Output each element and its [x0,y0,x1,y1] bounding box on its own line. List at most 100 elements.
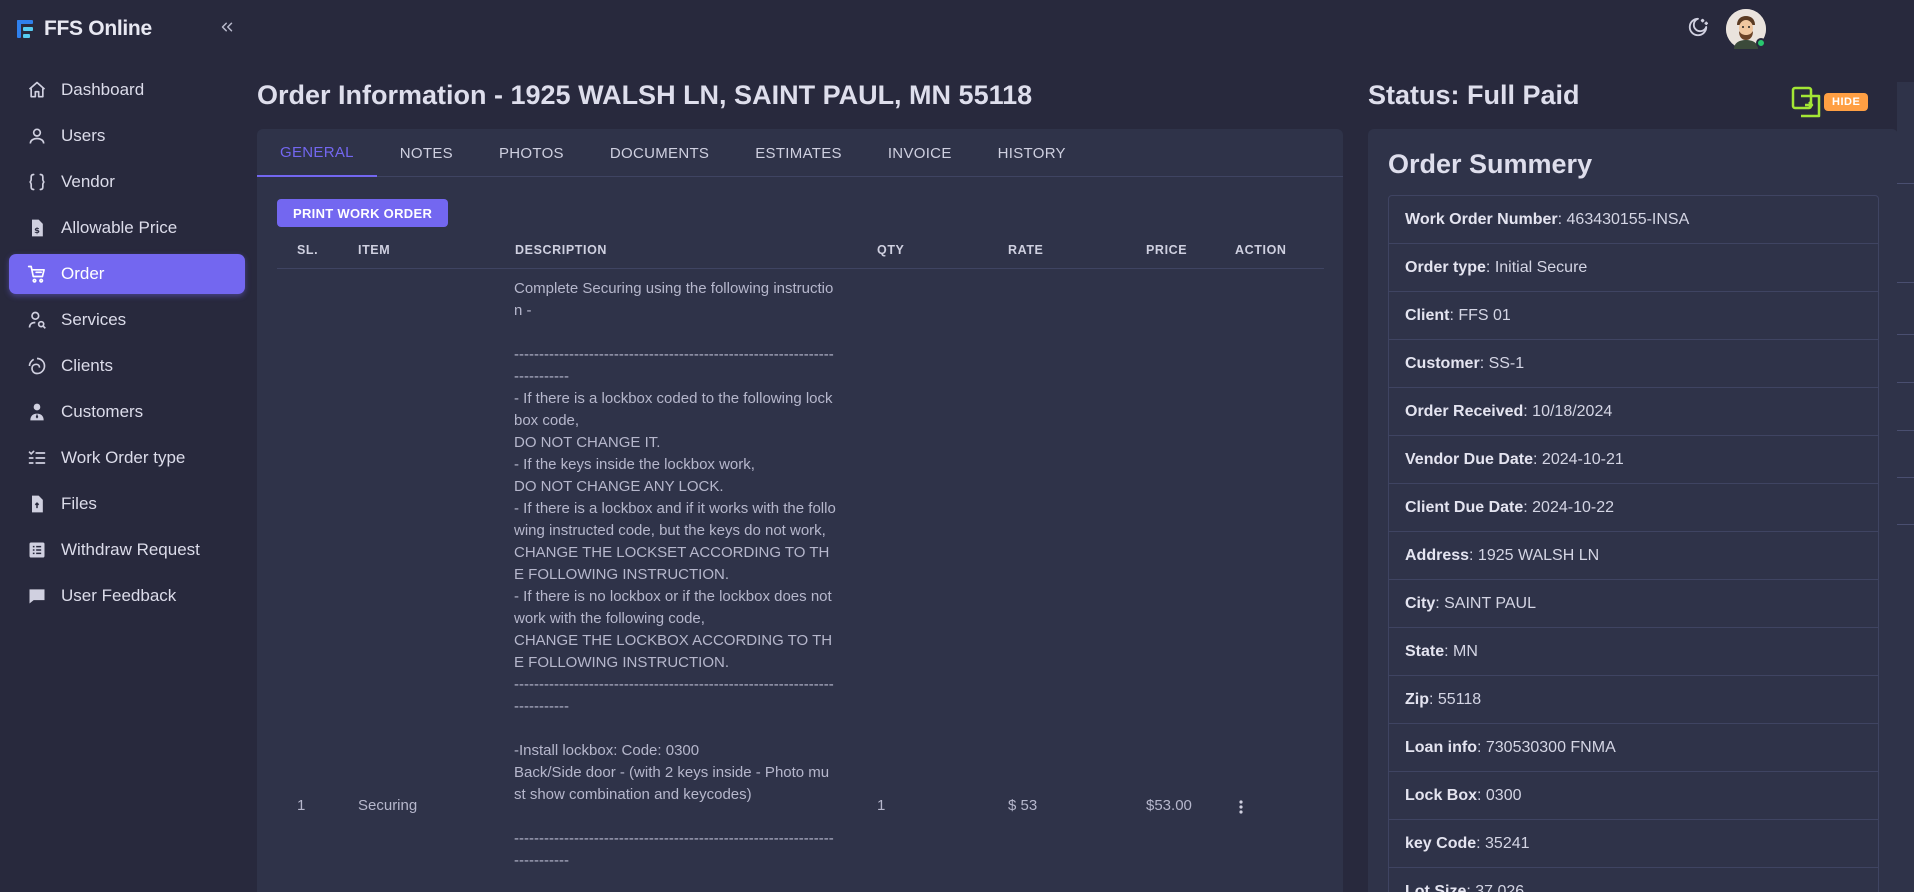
column-header-price[interactable]: PRICE [1146,243,1187,257]
summary-value: 730530300 FNMA [1485,738,1616,756]
column-header-action[interactable]: ACTION [1235,243,1287,257]
print-work-order-button[interactable]: PRINT WORK ORDER [277,199,449,227]
summary-value: 1925 WALSH LN [1477,546,1600,564]
row-actions-kebab-icon[interactable] [1238,799,1244,815]
file-dollar-icon: $ [26,217,48,239]
summary-item-order-received: Order Received: 10/18/2024 [1389,388,1878,436]
sidebar-item-withdraw-request[interactable]: Withdraw Request [9,530,245,570]
table-header: SL. ITEM DESCRIPTION QTY RATE PRICE ACTI… [277,229,1324,269]
sidebar-item-label: Work Order type [61,448,186,467]
file-icon [26,493,48,515]
side-panel-edge[interactable] [1897,82,1914,892]
sidebar-item-label: Services [61,310,127,329]
row-price: $53.00 [1146,797,1192,814]
tab-general[interactable]: GENERAL [257,129,377,177]
column-header-description[interactable]: DESCRIPTION [515,243,607,257]
tab-history[interactable]: HISTORY [975,129,1089,177]
summary-label: key Code [1405,834,1477,852]
edge-divider [1897,524,1914,525]
summary-value: 0300 [1485,786,1522,804]
summary-value: 55118 [1437,690,1482,708]
chevrons-left-icon [221,22,233,32]
user-tie-icon [26,401,48,423]
edge-divider [1897,430,1914,431]
sidebar-item-services[interactable]: Services [9,300,245,340]
edge-divider [1897,183,1914,184]
summary-value: SAINT PAUL [1444,594,1537,612]
tab-photos[interactable]: PHOTOS [476,129,587,177]
summary-item-order-type: Order type: Initial Secure [1389,244,1878,292]
sidebar-item-label: Clients [61,356,113,375]
order-details-card: GENERAL NOTES PHOTOS DOCUMENTS ESTIMATES… [257,129,1343,892]
sidebar-item-files[interactable]: Files [9,484,245,524]
summary-value: 35241 [1485,834,1530,852]
summary-label: Vendor Due Date [1405,450,1534,468]
moon-stars-icon [1688,17,1709,37]
theme-toggle-button[interactable] [1685,14,1711,40]
summary-value: FFS 01 [1458,306,1511,324]
summary-label: Customer [1405,354,1480,372]
summary-label: Client Due Date [1405,498,1524,516]
sidebar-item-allowable-price[interactable]: $ Allowable Price [9,208,245,248]
sidebar-item-vendor[interactable]: Vendor [9,162,245,202]
summary-value: 2024-10-22 [1532,498,1614,516]
summary-label: State [1405,642,1445,660]
summary-value: 463430155-INSA [1566,210,1690,228]
window-swap-icon [1791,86,1821,118]
list-check-icon [26,447,48,469]
sidebar-item-dashboard[interactable]: Dashboard [9,70,245,110]
edge-divider [1897,334,1914,335]
summary-item-loan-info: Loan info: 730530300 FNMA [1389,724,1878,772]
summary-title: Order Summery [1388,149,1593,179]
summary-item-address: Address: 1925 WALSH LN [1389,532,1878,580]
edge-divider [1897,282,1914,283]
collapse-sidebar-button[interactable] [214,14,240,40]
tab-documents[interactable]: DOCUMENTS [587,129,732,177]
braces-icon [26,171,48,193]
summary-value: 10/18/2024 [1532,402,1613,420]
row-sl: 1 [297,797,306,814]
summary-label: Client [1405,306,1450,324]
summary-item-city: City: SAINT PAUL [1389,580,1878,628]
sidebar-item-label: User Feedback [61,586,177,605]
tab-invoice[interactable]: INVOICE [865,129,975,177]
sidebar-item-clients[interactable]: Clients [9,346,245,386]
summary-label: Lot Size [1405,882,1467,892]
order-status: Status: Full Paid [1368,80,1580,110]
page-title: Order Information - 1925 WALSH LN, SAINT… [257,80,1033,110]
tab-notes[interactable]: NOTES [377,129,476,177]
summary-label: Zip [1405,690,1429,708]
online-status-dot [1756,38,1766,48]
svg-text:$: $ [34,225,40,235]
sidebar-item-order[interactable]: Order [9,254,245,294]
brand[interactable]: FFS Online [16,14,152,44]
brand-name: FFS Online [44,17,152,40]
column-header-rate[interactable]: RATE [1008,243,1044,257]
ffs-logo-icon [17,20,33,38]
column-header-item[interactable]: ITEM [358,243,390,257]
edge-divider [1897,382,1914,383]
row-qty: 1 [877,797,886,814]
summary-label: City [1405,594,1436,612]
sidebar: FFS Online Dashboard Users Vendor $ Allo… [0,0,254,892]
sidebar-item-users[interactable]: Users [9,116,245,156]
sidebar-item-label: Vendor [61,172,115,191]
sidebar-item-label: Customers [61,402,144,421]
sidebar-item-user-feedback[interactable]: User Feedback [9,576,245,616]
sidebar-item-customers[interactable]: Customers [9,392,245,432]
user-avatar[interactable] [1726,9,1766,49]
summary-value: MN [1453,642,1478,660]
tab-estimates[interactable]: ESTIMATES [732,129,865,177]
summary-item-customer: Customer: SS-1 [1389,340,1878,388]
sidebar-item-work-order-type[interactable]: Work Order type [9,438,245,478]
row-description: Complete Securing using the following in… [514,280,836,869]
message-icon [26,585,48,607]
home-icon [26,79,48,101]
hide-summary-toggle[interactable]: HIDE [1790,85,1869,119]
summary-label: Order type [1405,258,1486,276]
column-header-sl[interactable]: SL. [297,243,318,257]
column-header-qty[interactable]: QTY [877,243,905,257]
hide-badge[interactable]: HIDE [1824,93,1869,111]
edge-divider [1897,477,1914,478]
brand-icon [26,355,48,377]
